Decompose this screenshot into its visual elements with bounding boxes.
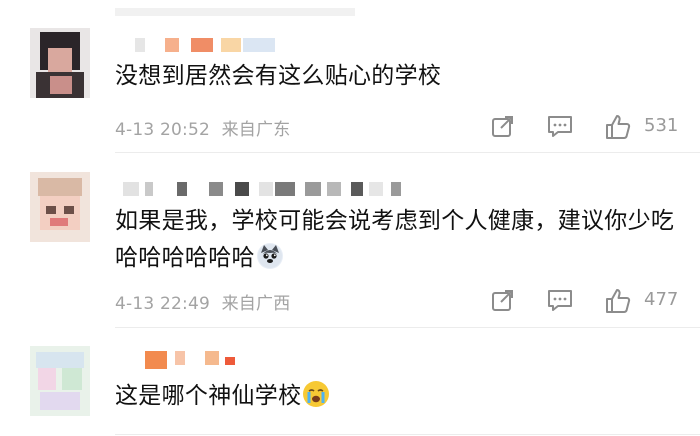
comment-meta: 4-13 20:52 来自广东 bbox=[115, 115, 290, 140]
thumbs-up-icon[interactable] bbox=[604, 113, 632, 145]
comment-location: 来自广西 bbox=[221, 294, 291, 314]
avatar[interactable] bbox=[30, 172, 90, 242]
comment-text: 这是哪个神仙学校 bbox=[115, 378, 685, 415]
comment-icon[interactable] bbox=[546, 287, 574, 317]
comment-text: 没想到居然会有这么贴心的学校 bbox=[115, 63, 442, 89]
like-count: 477 bbox=[644, 289, 679, 310]
share-icon[interactable] bbox=[490, 113, 516, 143]
divider bbox=[115, 152, 700, 153]
thumbs-up-icon[interactable] bbox=[604, 287, 632, 319]
avatar[interactable] bbox=[30, 28, 90, 98]
header-bar-blurred bbox=[115, 8, 355, 16]
comment-date: 4-13 22:49 bbox=[115, 294, 210, 314]
comment-date: 4-13 20:52 bbox=[115, 120, 210, 140]
avatar[interactable] bbox=[30, 346, 90, 416]
divider bbox=[115, 327, 700, 328]
share-icon[interactable] bbox=[490, 287, 516, 317]
crying-face-icon bbox=[303, 381, 330, 407]
comment-meta: 4-13 22:49 来自广西 bbox=[115, 289, 290, 314]
comment-actions: 477 bbox=[490, 287, 700, 315]
comment-text: 如果是我，学校可能会说考虑到个人健康，建议你少吃哈哈哈哈哈哈 bbox=[115, 208, 675, 271]
comment-actions: 531 bbox=[490, 113, 700, 141]
comment-location: 来自广东 bbox=[221, 120, 291, 140]
like-count: 531 bbox=[644, 115, 679, 136]
comment-icon[interactable] bbox=[546, 113, 574, 143]
husky-face-icon bbox=[256, 243, 283, 269]
divider bbox=[115, 434, 700, 435]
